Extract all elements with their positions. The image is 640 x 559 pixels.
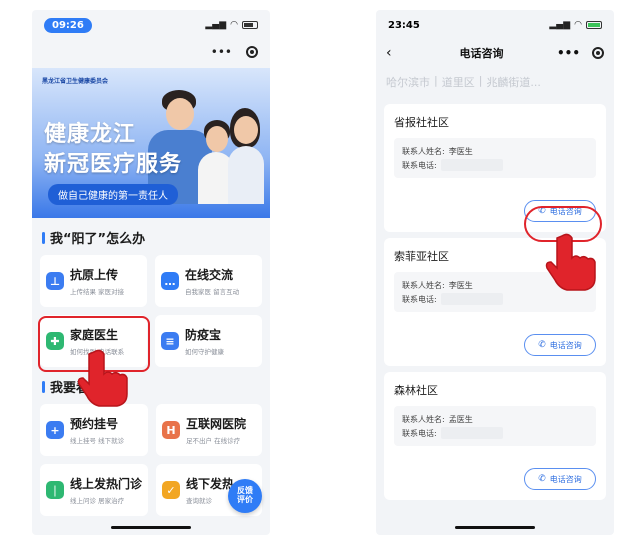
more-icon[interactable]: ••• bbox=[211, 45, 232, 59]
mini-program-capsule: ••• bbox=[32, 40, 270, 64]
section-accent-bar bbox=[42, 380, 45, 393]
signal-icon: ▂▄▆ bbox=[549, 20, 571, 30]
document-icon: ≡ bbox=[161, 332, 179, 350]
status-time: 23:45 bbox=[388, 19, 420, 31]
phone-icon: ✆ bbox=[538, 474, 546, 484]
breadcrumb[interactable]: 哈尔滨市 | 道里区 | 兆麟街道... bbox=[376, 66, 614, 98]
system-icons: ▂▄▆ ◠ bbox=[549, 20, 602, 30]
close-miniprogram-icon[interactable] bbox=[246, 46, 258, 58]
plus-icon: + bbox=[46, 421, 64, 439]
community-name: 森林社区 bbox=[394, 384, 438, 397]
thermometer-icon: ❘ bbox=[46, 481, 64, 499]
battery-icon bbox=[586, 21, 602, 29]
section-title-positive: 我“阳了”怎么办 bbox=[32, 218, 270, 255]
home-indicator bbox=[455, 526, 535, 529]
wifi-icon: ◠ bbox=[574, 20, 582, 30]
nav-bar: ‹ 电话咨询 ••• bbox=[376, 40, 614, 66]
signal-icon: ▂▄▆ bbox=[205, 20, 227, 30]
status-time: 09:26 bbox=[44, 17, 92, 33]
tile-online-chat[interactable]: … 在线交流 自我家医 留言互动 bbox=[155, 255, 262, 307]
community-name: 省报社社区 bbox=[394, 116, 449, 129]
phone-number-redacted bbox=[440, 293, 503, 305]
tile-antigen-upload[interactable]: ⊥ 抗原上传 上传结果 家医对接 bbox=[40, 255, 147, 307]
banner-title-line1: 健康龙江 bbox=[44, 122, 137, 147]
phone-consult-button[interactable]: ✆ 电话咨询 bbox=[524, 334, 596, 356]
wifi-icon: ◠ bbox=[230, 20, 238, 30]
status-bar: 23:45 ▂▄▆ ◠ bbox=[376, 10, 614, 40]
section-title-visit: 我要看 bbox=[32, 367, 270, 404]
page-title: 电话咨询 bbox=[459, 47, 504, 60]
hero-banner[interactable]: 黑龙江省卫生健康委员会 健康龙江 新冠医疗服务 做自己健康的第一责任人 bbox=[32, 68, 270, 218]
status-bar: 09:26 ▂▄▆ ◠ bbox=[32, 10, 270, 40]
banner-slogan: 做自己健康的第一责任人 bbox=[48, 184, 178, 205]
pointing-hand-icon bbox=[545, 233, 596, 291]
feedback-button[interactable]: 反馈 评价 bbox=[228, 479, 262, 513]
phone-icon: ✆ bbox=[538, 340, 546, 350]
more-icon[interactable]: ••• bbox=[557, 46, 580, 60]
tile-internet-hospital[interactable]: H 互联网医院 足不出户 在线诊疗 bbox=[156, 404, 262, 456]
pointing-hand-icon bbox=[77, 349, 128, 407]
phone-number-redacted bbox=[440, 159, 503, 171]
chat-icon: … bbox=[161, 272, 179, 290]
section-accent-bar bbox=[42, 231, 45, 244]
banner-title-line2: 新冠医疗服务 bbox=[44, 152, 183, 177]
hospital-icon: H bbox=[162, 421, 181, 439]
contact-info: 联系人姓名: 李医生 联系电话: bbox=[394, 138, 596, 178]
phone-consult-button[interactable]: ✆ 电话咨询 bbox=[524, 468, 596, 490]
battery-icon bbox=[242, 21, 258, 29]
contact-info: 联系人姓名: 孟医生 联系电话: bbox=[394, 406, 596, 446]
clipboard-icon: ✓ bbox=[162, 481, 181, 499]
tile-online-fever-clinic[interactable]: ❘ 线上发热门诊 线上问诊 居家治疗 bbox=[40, 464, 149, 516]
phone-number-redacted bbox=[440, 427, 503, 439]
home-indicator bbox=[111, 526, 191, 529]
left-phone-screen: 09:26 ▂▄▆ ◠ ••• 黑龙江省卫生健康委员会 健康龙江 新冠医疗服务 … bbox=[32, 10, 270, 535]
tile-appointment[interactable]: + 预约挂号 线上挂号 线下就诊 bbox=[40, 404, 149, 456]
banner-org-name: 黑龙江省卫生健康委员会 bbox=[42, 78, 109, 85]
close-miniprogram-icon[interactable] bbox=[592, 47, 604, 59]
tile-epidemic-guide[interactable]: ≡ 防疫宝 如何守护健康 bbox=[155, 315, 262, 367]
test-tube-icon: ⊥ bbox=[46, 272, 64, 290]
back-arrow-icon[interactable]: ‹ bbox=[386, 45, 406, 61]
system-icons: ▂▄▆ ◠ bbox=[205, 20, 258, 30]
community-card: 森林社区 联系人姓名: 孟医生 联系电话: ✆ 电话咨询 bbox=[384, 372, 606, 500]
